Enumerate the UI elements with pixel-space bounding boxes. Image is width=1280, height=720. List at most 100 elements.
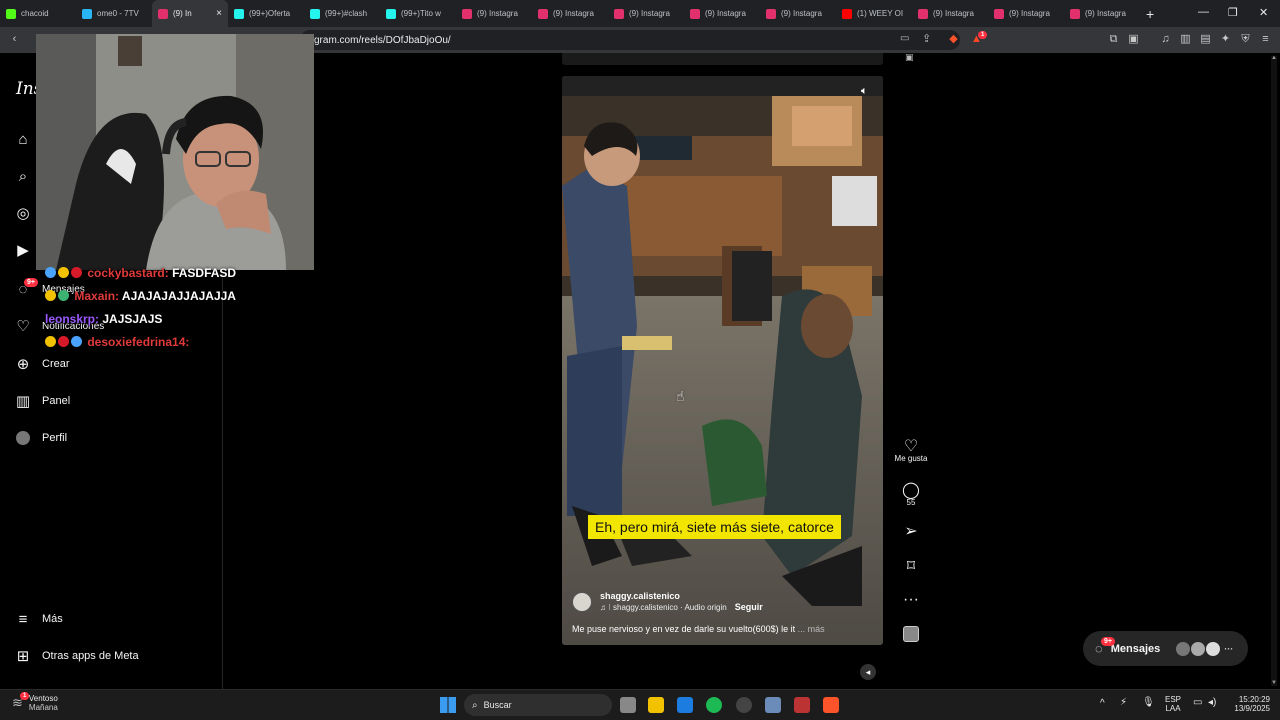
like-label: Me gusta	[894, 454, 928, 463]
share-action[interactable]: ➢	[893, 521, 929, 540]
chart-icon: ▥	[15, 393, 31, 410]
sidebar-toggle-icon[interactable]: ▥	[1179, 33, 1192, 46]
browser-tab[interactable]: (9) Instagra	[456, 0, 532, 27]
settings-icon[interactable]	[765, 697, 781, 713]
display-icon[interactable]: ▭	[1193, 697, 1202, 708]
browser-tab[interactable]: (1) WEEY OI	[836, 0, 912, 27]
tab-title: (99+)Tito w	[401, 9, 441, 18]
file-explorer-icon[interactable]	[648, 697, 664, 713]
media-icon[interactable]: ♫	[1159, 33, 1172, 46]
reel-nav-icon[interactable]: ▣	[905, 52, 914, 63]
emote-icon	[45, 267, 56, 278]
audio-thumbnail[interactable]	[893, 626, 929, 642]
browser-tab[interactable]: (9) Instagra	[1064, 0, 1140, 27]
scrollbar[interactable]	[1271, 56, 1277, 686]
browser-tab[interactable]: (9) Instagra	[912, 0, 988, 27]
browser-tab[interactable]: (9) In ×	[152, 0, 228, 27]
sidebar-item-create[interactable]: ⊕ Crear	[14, 353, 70, 375]
clock[interactable]: 15:20:29 13/9/2025	[1228, 695, 1270, 713]
tab-favicon-icon	[614, 8, 624, 19]
tab-title: (9) Instagra	[629, 9, 670, 18]
messages-floating-button[interactable]: ◌ 9+ Mensajes ···	[1083, 631, 1248, 666]
taskbar-search[interactable]: ⌕ Buscar	[464, 694, 612, 716]
brave-shields-icon[interactable]: ◆	[947, 33, 960, 46]
more-link[interactable]: ... más	[798, 624, 825, 634]
minimize-button[interactable]: —	[1198, 6, 1209, 18]
volume-tray-icon[interactable]: ◂)	[1208, 697, 1216, 708]
browser-tab[interactable]: (9) Instagra	[988, 0, 1064, 27]
task-view-icon[interactable]	[620, 697, 636, 713]
url-text: gram.com/reels/DOfJbaDjoOu/	[314, 34, 451, 46]
follow-button[interactable]: Seguir	[735, 602, 763, 612]
tab-favicon-icon	[842, 8, 852, 19]
leo-ai-icon[interactable]: ✦	[1219, 33, 1232, 46]
comment-action[interactable]: ◯ 55	[893, 480, 929, 507]
browser-tab[interactable]: (9) Instagra	[608, 0, 684, 27]
chat-text: JAJSJAJS	[102, 312, 163, 326]
close-window-button[interactable]: ✕	[1259, 6, 1268, 19]
more-options-action[interactable]: ···	[893, 591, 929, 609]
sidebar-item-panel[interactable]: ▥ Panel	[14, 390, 70, 412]
browser-tab[interactable]: (9) Instagra	[760, 0, 836, 27]
webcam-image	[36, 34, 314, 270]
heart-icon: ♡	[903, 438, 919, 455]
tab-favicon-icon	[310, 8, 320, 19]
menu-icon[interactable]: ≡	[1259, 33, 1272, 46]
spotify-icon[interactable]	[706, 697, 722, 713]
cast-icon[interactable]: ▭	[900, 33, 909, 44]
browser-tab[interactable]: ome0 - 7TV	[76, 0, 152, 27]
sidebar-item-label: Más	[42, 613, 63, 625]
brave-browser-icon[interactable]	[823, 697, 839, 713]
hamburger-icon: ≡	[18, 610, 28, 628]
scroll-up-arrow[interactable]: ▲	[1271, 55, 1277, 61]
author-username[interactable]: shaggy.calistenico	[600, 591, 727, 601]
chat-message: cockybastard: FASDFASD	[45, 266, 236, 280]
close-tab-icon[interactable]: ×	[216, 8, 222, 19]
hand-cursor-icon: ☝	[676, 388, 685, 404]
tray-chevron-icon[interactable]: ^	[1100, 698, 1105, 709]
avatar	[1191, 641, 1206, 656]
volume-icon[interactable]: ◂	[860, 664, 876, 680]
wallet-icon[interactable]: ▤	[1199, 33, 1212, 46]
windows-start-icon[interactable]	[440, 697, 456, 713]
emote-icon	[58, 336, 69, 347]
bing-icon[interactable]	[677, 697, 693, 713]
sidebar-item-meta-apps[interactable]: ⊞ Otras apps de Meta	[14, 645, 139, 667]
tab-strip: chacoid ome0 - 7TV (9) In × (99+)Oferta (99+)…	[0, 0, 1280, 27]
sidebar-item-label: Otras apps de Meta	[42, 650, 139, 662]
browser-tab[interactable]: (99+)Tito w	[380, 0, 456, 27]
obs-icon[interactable]	[736, 697, 752, 713]
language-indicator[interactable]: ESP LAA	[1165, 695, 1181, 713]
reel-description: Me puse nervioso y en vez de darle su vu…	[572, 624, 825, 634]
like-action[interactable]: ♡ Me gusta	[893, 436, 929, 463]
sidebar-item-more[interactable]: ≡ Más	[14, 608, 63, 630]
save-action[interactable]: ⌑	[893, 556, 929, 575]
audio-text: shaggy.calistenico · Audio origin	[613, 603, 727, 612]
browser-tab[interactable]: chacoid	[0, 0, 76, 27]
back-arrow-icon[interactable]: ‹	[8, 33, 21, 46]
browser-tab[interactable]: (99+)#clash	[304, 0, 380, 27]
browser-tab[interactable]: (99+)Oferta	[228, 0, 304, 27]
browser-tab[interactable]: (9) Instagra	[532, 0, 608, 27]
scroll-down-arrow[interactable]: ▼	[1271, 680, 1277, 686]
network-icon[interactable]: ⚡︎	[1120, 697, 1127, 708]
microphone-icon[interactable]: 🎙︎	[1142, 697, 1155, 708]
screenshot-icon[interactable]: ▣	[1127, 33, 1140, 46]
messages-pill-label: Mensajes	[1110, 642, 1161, 655]
sidebar-item-profile[interactable]: Perfil	[14, 427, 67, 449]
audio-info[interactable]: ♫ ⁝ shaggy.calistenico · Audio origin	[600, 603, 727, 612]
new-tab-button[interactable]: +	[1146, 6, 1154, 22]
vpn-icon[interactable]: ⛨	[1239, 33, 1252, 46]
language-code: ESP	[1165, 695, 1182, 704]
extensions-icon[interactable]: ⧉	[1107, 33, 1120, 46]
share-icon[interactable]: ⇪	[922, 32, 931, 45]
emote-icon	[71, 336, 82, 347]
reel-video[interactable]: 🔈︎ Eh, pero mirá, siete más siete, cator…	[562, 76, 883, 645]
weather-widget[interactable]: ≋ 1 Ventoso Mañana	[12, 692, 58, 712]
mute-icon[interactable]: 🔈︎	[861, 85, 868, 98]
maximize-button[interactable]: ❐	[1228, 6, 1238, 19]
browser-tab[interactable]: (9) Instagra	[684, 0, 760, 27]
author-avatar[interactable]	[572, 591, 592, 612]
app-icon[interactable]	[794, 697, 810, 713]
address-bar[interactable]: gram.com/reels/DOfJbaDjoOu/ ▭ ⇪	[300, 30, 960, 50]
